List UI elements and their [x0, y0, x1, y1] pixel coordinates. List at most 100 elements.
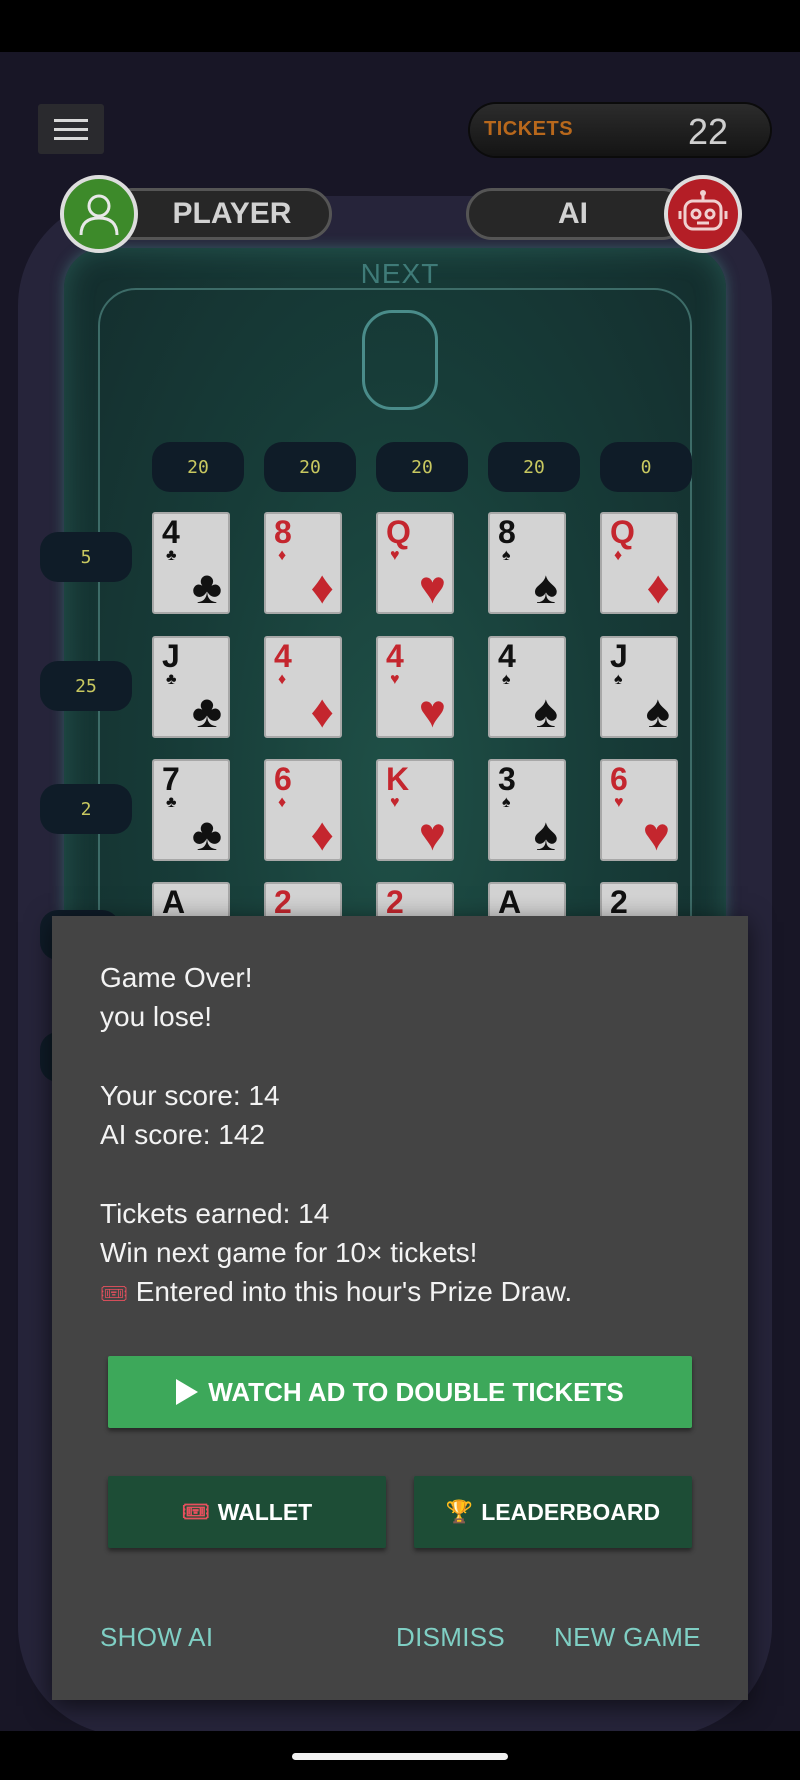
card-rank: 8: [274, 514, 292, 550]
playing-card[interactable]: 8 ♠ ♠: [488, 512, 566, 614]
playing-card[interactable]: K ♥ ♥: [376, 759, 454, 861]
card-rank: A: [498, 884, 522, 920]
card-rank: J: [610, 638, 628, 674]
playing-card[interactable]: Q ♦ ♦: [600, 512, 678, 614]
game-result-text: you lose!: [100, 1001, 213, 1032]
card-rank: 4: [274, 638, 292, 674]
user-icon: [79, 194, 119, 236]
card-suit-small-icon: ♣: [166, 671, 177, 688]
card-rank: A: [162, 884, 186, 920]
card-suit-small-icon: ♠: [614, 671, 623, 688]
card-suit-small-icon: ♥: [390, 794, 400, 811]
wallet-label: WALLET: [217, 1498, 313, 1525]
trophy-icon: 🏆: [445, 1499, 474, 1524]
watch-ad-label: WATCH AD TO DOUBLE TICKETS: [208, 1376, 624, 1407]
tickets-counter: TICKETS 22: [470, 104, 770, 156]
column-score: 20: [152, 442, 244, 492]
watch-ad-button[interactable]: WATCH AD TO DOUBLE TICKETS: [108, 1356, 692, 1428]
hamburger-icon-line: [54, 127, 88, 131]
card-suit-icon: ♠: [533, 685, 558, 737]
card-rank: 4: [162, 514, 180, 550]
card-suit-small-icon: ♦: [278, 547, 287, 564]
card-suit-icon: ♥: [418, 685, 446, 737]
row-score: 25: [40, 661, 132, 711]
playing-card[interactable]: 8 ♦ ♦: [264, 512, 342, 614]
ai-avatar: [664, 175, 742, 253]
card-suit-small-icon: ♥: [390, 671, 400, 688]
home-indicator[interactable]: [292, 1753, 508, 1760]
ai-name-pill: AI: [466, 188, 688, 240]
card-suit-small-icon: ♠: [502, 794, 511, 811]
row-score: 2: [40, 784, 132, 834]
playing-card[interactable]: Q ♥ ♥: [376, 512, 454, 614]
leaderboard-label: LEADERBOARD: [481, 1498, 661, 1525]
card-suit-icon: ♥: [418, 808, 446, 860]
card-suit-icon: ♥: [642, 808, 670, 860]
playing-card[interactable]: 3 ♠ ♠: [488, 759, 566, 861]
card-suit-small-icon: ♦: [614, 547, 623, 564]
player-name-pill: PLAYER: [106, 188, 332, 240]
card-suit-small-icon: ♥: [390, 547, 400, 564]
next-card-slot: [362, 310, 438, 410]
playing-card[interactable]: 4 ♦ ♦: [264, 636, 342, 738]
menu-button[interactable]: [38, 104, 104, 154]
ticket-icon: 🎟: [100, 1281, 128, 1306]
card-suit-icon: ♦: [310, 808, 334, 860]
playing-card[interactable]: 6 ♦ ♦: [264, 759, 342, 861]
game-over-title: Game Over!: [100, 962, 253, 993]
card-suit-icon: ♣: [191, 808, 222, 860]
card-rank: 4: [386, 638, 404, 674]
player-score-text: Your score: 14: [100, 1080, 280, 1111]
card-suit-icon: ♦: [310, 685, 334, 737]
card-rank: 8: [498, 514, 516, 550]
playing-card[interactable]: 6 ♥ ♥: [600, 759, 678, 861]
new-game-button[interactable]: NEW GAME: [554, 1622, 701, 1653]
card-suit-small-icon: ♠: [502, 671, 511, 688]
card-rank: 6: [610, 761, 628, 797]
hamburger-icon-line: [54, 136, 88, 140]
card-suit-small-icon: ♦: [278, 671, 287, 688]
card-rank: 6: [274, 761, 292, 797]
card-rank: 3: [498, 761, 516, 797]
playing-card[interactable]: J ♠ ♠: [600, 636, 678, 738]
show-ai-button[interactable]: SHOW AI: [100, 1622, 213, 1653]
card-suit-small-icon: ♣: [166, 794, 177, 811]
next-card-label: NEXT: [360, 258, 440, 289]
game-screen: NEXT TICKETS 22 PLAYER AI 20 20 20 20 0 …: [0, 0, 800, 1780]
tickets-label: TICKETS: [484, 118, 574, 140]
column-score: 20: [376, 442, 468, 492]
card-rank: J: [162, 638, 180, 674]
playing-card[interactable]: 4 ♣ ♣: [152, 512, 230, 614]
playing-card[interactable]: 4 ♥ ♥: [376, 636, 454, 738]
card-suit-icon: ♣: [191, 685, 222, 737]
next-game-bonus-text: Win next game for 10× tickets!: [100, 1237, 478, 1268]
playing-card[interactable]: J ♣ ♣: [152, 636, 230, 738]
card-rank: 2: [610, 884, 628, 920]
card-rank: 4: [498, 638, 516, 674]
card-rank: Q: [386, 514, 411, 550]
card-suit-icon: ♦: [310, 561, 334, 613]
card-suit-icon: ♣: [191, 561, 222, 613]
leaderboard-button[interactable]: 🏆 LEADERBOARD: [414, 1476, 692, 1548]
card-suit-small-icon: ♥: [614, 794, 624, 811]
card-rank: 2: [274, 884, 292, 920]
dismiss-button[interactable]: DISMISS: [396, 1622, 505, 1653]
column-score: 20: [264, 442, 356, 492]
row-score: 5: [40, 532, 132, 582]
player-name: PLAYER: [172, 197, 292, 230]
ai-name: AI: [558, 197, 588, 230]
card-suit-icon: ♦: [646, 561, 670, 613]
card-suit-icon: ♥: [418, 561, 446, 613]
card-suit-icon: ♠: [533, 561, 558, 613]
ai-score-text: AI score: 142: [100, 1119, 265, 1150]
card-rank: K: [386, 761, 410, 797]
card-rank: 2: [386, 884, 404, 920]
tickets-count: 22: [687, 111, 728, 152]
playing-card[interactable]: 7 ♣ ♣: [152, 759, 230, 861]
game-over-dialog: Game Over! you lose! Your score: 14 AI s…: [52, 916, 748, 1700]
playing-card[interactable]: 4 ♠ ♠: [488, 636, 566, 738]
play-icon: [176, 1379, 199, 1405]
prize-draw-text: Entered into this hour's Prize Draw.: [135, 1276, 573, 1307]
card-suit-small-icon: ♠: [502, 547, 511, 564]
wallet-button[interactable]: 🎟 WALLET: [108, 1476, 386, 1548]
